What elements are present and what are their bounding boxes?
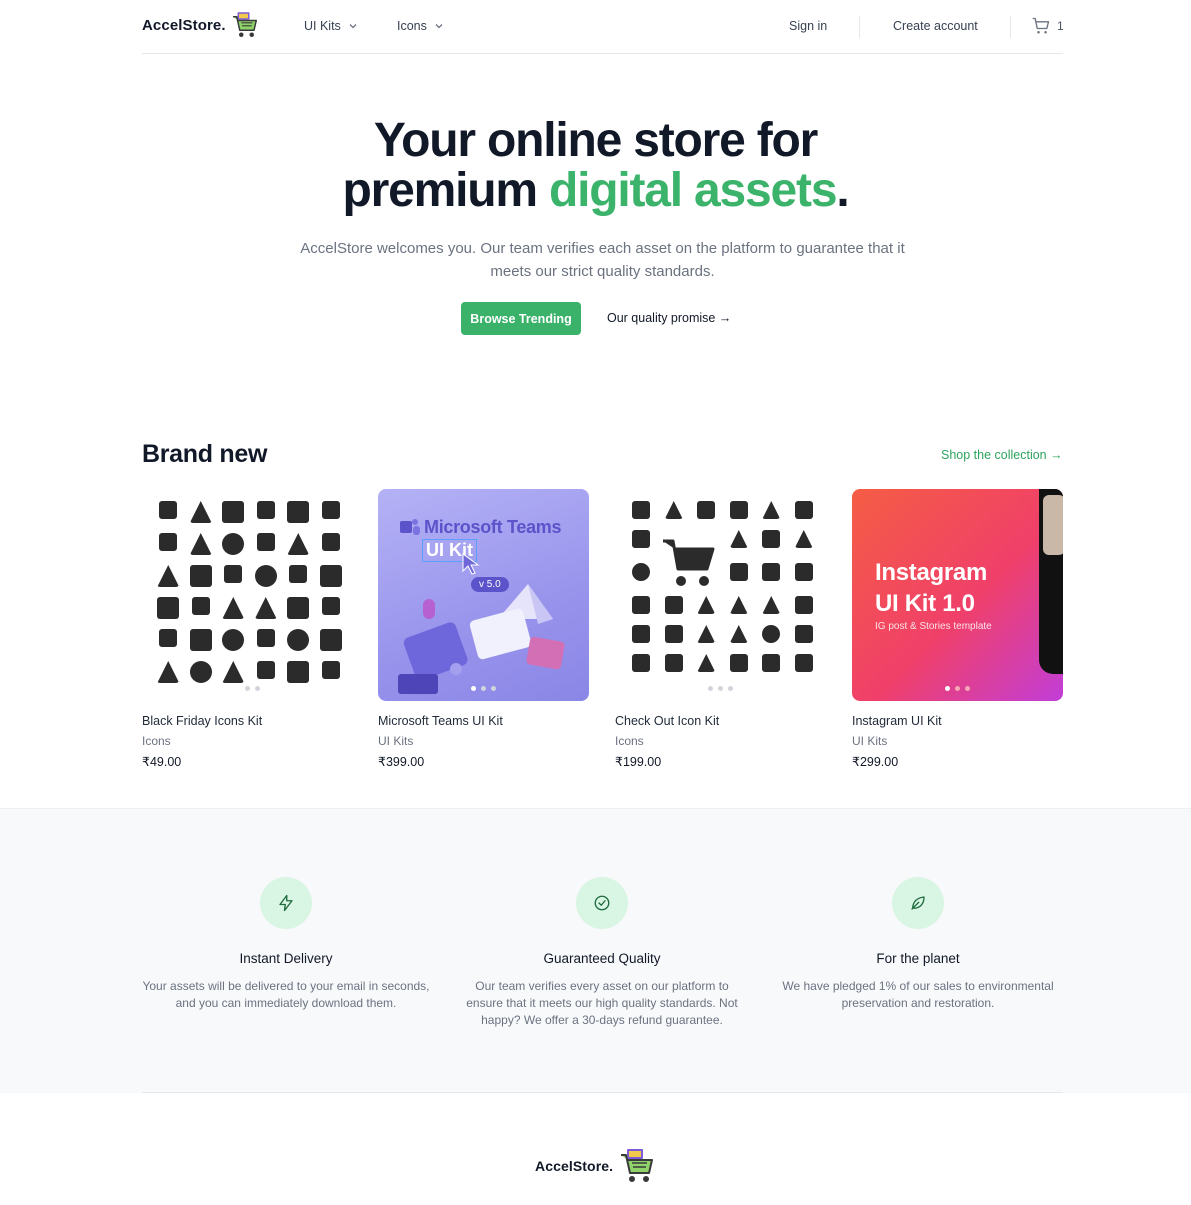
feature-title: For the planet <box>876 951 960 966</box>
brand-new-heading: Brand new <box>142 440 268 468</box>
product-category: UI Kits <box>378 734 414 748</box>
nav-divider <box>1010 16 1011 38</box>
lightning-icon <box>279 894 293 912</box>
product-category: Icons <box>142 734 171 748</box>
large-cart-icon <box>663 539 715 586</box>
shopping-cart-logo-icon <box>621 1149 654 1182</box>
product-image-black-friday[interactable] <box>142 489 353 701</box>
product-category: Icons <box>615 734 644 748</box>
feature-icon-circle <box>576 877 628 929</box>
product-price: ₹299.00 <box>852 755 899 769</box>
footer-divider <box>142 1092 1063 1093</box>
carousel-dots[interactable] <box>852 686 1063 691</box>
brand-logo[interactable]: AccelStore. <box>142 10 260 40</box>
product-price: ₹49.00 <box>142 755 182 769</box>
quality-promise-link[interactable]: Our quality promise → <box>607 311 731 325</box>
top-navbar: AccelStore. UI Kits Icons Sign in Create… <box>142 0 1064 54</box>
feature-guaranteed-quality: Guaranteed Quality Our team verifies eve… <box>457 877 747 1029</box>
hero-title-line2: premium digital assets. <box>0 166 1191 216</box>
hero-subtitle: AccelStore welcomes you. Our team verifi… <box>300 240 905 280</box>
feature-text: Your assets will be delivered to your em… <box>142 979 430 1010</box>
product-card[interactable]: Check Out Icon Kit Icons ₹199.00 <box>615 489 826 769</box>
footer-brand-logo[interactable]: AccelStore. <box>535 1146 657 1186</box>
feature-text: Our team verifies every asset on our pla… <box>466 979 738 1027</box>
feature-text: We have pledged 1% of our sales to envir… <box>782 979 1054 1010</box>
features-section: Instant Delivery Your assets will be del… <box>0 808 1191 1093</box>
product-name[interactable]: Microsoft Teams UI Kit <box>378 714 589 728</box>
create-account-link[interactable]: Create account <box>893 19 978 33</box>
product-card[interactable]: Instagram UI Kit 1.0 IG post & Stories t… <box>852 489 1063 769</box>
cart-icon <box>1032 17 1050 34</box>
product-image-checkout[interactable] <box>615 489 826 701</box>
instagram-image-subtitle: IG post & Stories template <box>875 621 992 632</box>
brand-name: AccelStore. <box>142 16 226 34</box>
nav-menu-icons[interactable]: Icons <box>397 19 444 33</box>
hero-title-period: . <box>836 164 849 217</box>
hero-title-highlight: digital assets <box>548 164 838 217</box>
product-image-instagram[interactable]: Instagram UI Kit 1.0 IG post & Stories t… <box>852 489 1063 701</box>
carousel-dots[interactable] <box>142 686 353 691</box>
feature-icon-circle <box>260 877 312 929</box>
product-name[interactable]: Instagram UI Kit <box>852 714 1063 728</box>
sign-in-link[interactable]: Sign in <box>789 19 827 33</box>
icon-preview-grid <box>625 501 820 672</box>
brand-name: AccelStore. <box>535 1158 614 1174</box>
hero-title-line1: Your online store for <box>373 114 818 167</box>
feature-title: Instant Delivery <box>239 951 333 966</box>
cart-count: 1 <box>1057 19 1064 33</box>
icon-preview-grid <box>152 501 347 683</box>
nav-menu-label: Icons <box>397 19 427 33</box>
feature-title: Guaranteed Quality <box>543 951 661 966</box>
product-card[interactable]: Black Friday Icons Kit Icons ₹49.00 <box>142 489 353 769</box>
product-card[interactable]: Microsoft Teams UI Kit v 5.0 Microsoft T… <box>378 489 589 769</box>
product-name[interactable]: Check Out Icon Kit <box>615 714 826 728</box>
product-name[interactable]: Black Friday Icons Kit <box>142 714 353 728</box>
product-price: ₹199.00 <box>615 755 662 769</box>
carousel-dots[interactable] <box>615 686 826 691</box>
feature-icon-circle <box>892 877 944 929</box>
feature-for-the-planet: For the planet We have pledged 1% of our… <box>773 877 1063 1012</box>
product-price: ₹399.00 <box>378 755 425 769</box>
teams-illustration <box>398 584 565 694</box>
chevron-down-icon <box>435 24 443 29</box>
hero-title-part: premium <box>342 164 549 217</box>
nav-menu-ui-kits[interactable]: UI Kits <box>304 19 358 33</box>
shopping-cart-logo-icon <box>232 12 257 37</box>
cart-button[interactable]: 1 <box>1031 16 1064 36</box>
phone-mockup <box>1039 489 1063 674</box>
product-image-teams[interactable]: Microsoft Teams UI Kit v 5.0 <box>378 489 589 701</box>
instagram-image-title: Instagram UI Kit 1.0 <box>875 557 987 619</box>
leaf-icon <box>911 896 925 910</box>
carousel-dots[interactable] <box>378 686 589 691</box>
nav-divider <box>859 16 860 38</box>
shop-collection-link[interactable]: Shop the collection → <box>941 448 1063 462</box>
hero-title: Your online store for premium digital as… <box>0 116 1191 216</box>
instagram-title-line: UI Kit 1.0 <box>875 590 975 617</box>
instagram-title-line: Instagram <box>875 559 988 586</box>
browse-trending-button[interactable]: Browse Trending <box>461 302 581 335</box>
product-category: UI Kits <box>852 734 888 748</box>
check-circle-icon <box>594 895 610 911</box>
nav-menu-label: UI Kits <box>304 19 341 33</box>
chevron-down-icon <box>349 24 357 29</box>
feature-instant-delivery: Instant Delivery Your assets will be del… <box>141 877 431 1012</box>
